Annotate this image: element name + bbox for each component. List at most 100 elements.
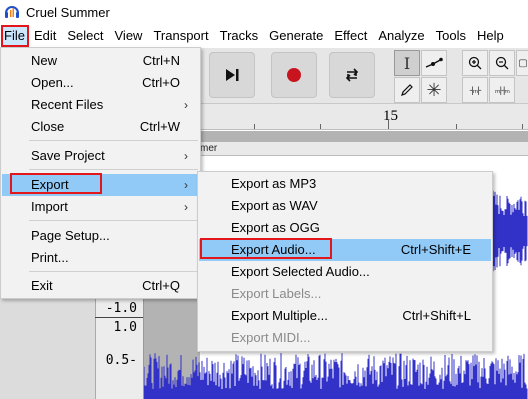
menu-item-shortcut: Ctrl+N bbox=[142, 53, 180, 68]
skip-to-end-icon bbox=[226, 69, 239, 81]
menu-item-open[interactable]: Open... Ctrl+O bbox=[2, 72, 199, 94]
menu-transport[interactable]: Transport bbox=[148, 25, 214, 47]
window-title: Cruel Summer bbox=[26, 4, 110, 20]
trim-audio-button[interactable]: -|ₘ|- bbox=[462, 77, 488, 103]
menu-separator bbox=[29, 271, 198, 272]
record-icon bbox=[287, 68, 301, 82]
menu-item-label: Export Multiple... bbox=[231, 308, 328, 323]
menu-item-export-mp3[interactable]: Export as MP3 bbox=[199, 173, 491, 195]
zoom-out-button[interactable] bbox=[489, 50, 515, 76]
menu-item-shortcut: Ctrl+O bbox=[142, 75, 180, 90]
menu-generate[interactable]: Generate bbox=[264, 25, 329, 47]
menu-item-recent-files[interactable]: Recent Files › bbox=[2, 94, 199, 116]
pencil-icon bbox=[401, 84, 413, 96]
menu-item-label: Import bbox=[31, 199, 68, 214]
menu-item-export-labels: Export Labels... bbox=[199, 283, 491, 305]
menu-select[interactable]: Select bbox=[62, 25, 109, 47]
silence-icon: ₘ|-|ₘ bbox=[495, 84, 510, 95]
menu-analyze[interactable]: Analyze bbox=[373, 25, 430, 47]
scale-label-one: 1.0 bbox=[113, 320, 137, 335]
menu-bar: File Edit Select View Transport Tracks G… bbox=[0, 24, 528, 48]
menu-item-exit[interactable]: Exit Ctrl+Q bbox=[2, 275, 199, 297]
menu-item-label: Export bbox=[31, 177, 69, 192]
zoom-in-button[interactable] bbox=[462, 50, 488, 76]
menu-separator bbox=[29, 140, 198, 141]
menu-item-import[interactable]: Import › bbox=[2, 196, 199, 218]
menu-item-label: Save Project bbox=[31, 148, 105, 163]
menu-separator bbox=[29, 169, 198, 170]
menu-view[interactable]: View bbox=[110, 25, 149, 47]
menu-item-label: Close bbox=[31, 119, 65, 134]
menu-item-label: Exit bbox=[31, 278, 53, 293]
menu-help[interactable]: Help bbox=[472, 25, 510, 47]
menu-item-label: Print... bbox=[31, 250, 69, 265]
menu-item-label: Export as MP3 bbox=[231, 176, 317, 191]
chevron-right-icon: › bbox=[184, 200, 188, 214]
menu-edit[interactable]: Edit bbox=[29, 25, 62, 47]
menu-item-label: Export as WAV bbox=[231, 198, 318, 213]
menu-item-export-audio[interactable]: Export Audio... Ctrl+Shift+E bbox=[199, 239, 491, 261]
ruler-label-15: 15 bbox=[383, 108, 398, 124]
multi-tool-button[interactable]: ✳ bbox=[421, 77, 447, 103]
menu-item-shortcut: Ctrl+Shift+E bbox=[400, 242, 471, 257]
clip-name: mer bbox=[200, 143, 218, 154]
menu-tools[interactable]: Tools bbox=[431, 25, 472, 47]
i-beam-cursor-icon: I bbox=[403, 53, 411, 73]
ruler-tick bbox=[456, 124, 457, 129]
menu-item-shortcut: Ctrl+Shift+L bbox=[402, 308, 471, 323]
selection-tool-button[interactable]: I bbox=[394, 50, 420, 76]
waveform-channel-2 bbox=[144, 353, 528, 399]
audacity-app-icon bbox=[4, 4, 20, 20]
trim-icon: -|ₘ|- bbox=[469, 84, 481, 95]
menu-item-export-selected-audio[interactable]: Export Selected Audio... bbox=[199, 261, 491, 283]
timeline-ruler[interactable]: 15 bbox=[200, 104, 528, 130]
menu-item-export-midi: Export MIDI... bbox=[199, 327, 491, 349]
scale-label-minus-one: -1.0 bbox=[105, 301, 137, 316]
chevron-right-icon: › bbox=[184, 178, 188, 192]
menu-item-export-ogg[interactable]: Export as OGG bbox=[199, 217, 491, 239]
envelope-icon bbox=[425, 57, 443, 68]
menu-item-label: Export MIDI... bbox=[231, 330, 311, 345]
zoom-out-icon bbox=[495, 56, 509, 70]
envelope-tool-button[interactable] bbox=[421, 50, 447, 76]
draw-tool-button[interactable] bbox=[394, 77, 420, 103]
menu-item-label: Export Audio... bbox=[231, 242, 316, 257]
asterisk-icon: ✳ bbox=[426, 79, 442, 100]
title-bar: Cruel Summer bbox=[0, 0, 528, 24]
ruler-tick bbox=[254, 124, 255, 129]
scale-label-half: 0.5- bbox=[105, 353, 137, 368]
menu-item-print[interactable]: Print... bbox=[2, 247, 199, 269]
zoom-in-icon bbox=[468, 56, 482, 70]
chevron-right-icon: › bbox=[184, 98, 188, 112]
menu-item-label: Page Setup... bbox=[31, 228, 110, 243]
menu-item-save-project[interactable]: Save Project › bbox=[2, 145, 199, 167]
silence-audio-button[interactable]: ₘ|-|ₘ bbox=[489, 77, 515, 103]
record-button[interactable] bbox=[271, 52, 317, 98]
menu-item-export[interactable]: Export › bbox=[2, 174, 199, 196]
menu-tracks[interactable]: Tracks bbox=[215, 25, 265, 47]
menu-item-export-wav[interactable]: Export as WAV bbox=[199, 195, 491, 217]
menu-item-label: New bbox=[31, 53, 58, 68]
menu-item-export-multiple[interactable]: Export Multiple... Ctrl+Shift+L bbox=[199, 305, 491, 327]
menu-item-label: Export Selected Audio... bbox=[231, 264, 370, 279]
menu-item-page-setup[interactable]: Page Setup... bbox=[2, 225, 199, 247]
menu-item-label: Recent Files bbox=[31, 97, 104, 112]
menu-item-label: Open... bbox=[31, 75, 74, 90]
menu-file[interactable]: File bbox=[1, 25, 29, 47]
export-submenu: Export as MP3 Export as WAV Export as OG… bbox=[197, 171, 493, 352]
scale-line bbox=[95, 317, 143, 318]
ruler-tick bbox=[388, 119, 389, 129]
menu-item-new[interactable]: New Ctrl+N bbox=[2, 50, 199, 72]
chevron-right-icon: › bbox=[184, 149, 188, 163]
loop-button[interactable] bbox=[329, 52, 375, 98]
menu-item-label: Export as OGG bbox=[231, 220, 320, 235]
fit-selection-button[interactable]: ▢ bbox=[516, 50, 528, 76]
clip-name-bar[interactable]: mer bbox=[200, 142, 528, 156]
menu-item-close[interactable]: Close Ctrl+W bbox=[2, 116, 199, 138]
menu-effect[interactable]: Effect bbox=[329, 25, 373, 47]
ruler-tick bbox=[522, 124, 523, 129]
skip-to-end-button[interactable] bbox=[209, 52, 255, 98]
loop-icon bbox=[345, 68, 359, 82]
fit-icon: ▢ bbox=[518, 57, 528, 69]
ruler-tick bbox=[320, 124, 321, 129]
